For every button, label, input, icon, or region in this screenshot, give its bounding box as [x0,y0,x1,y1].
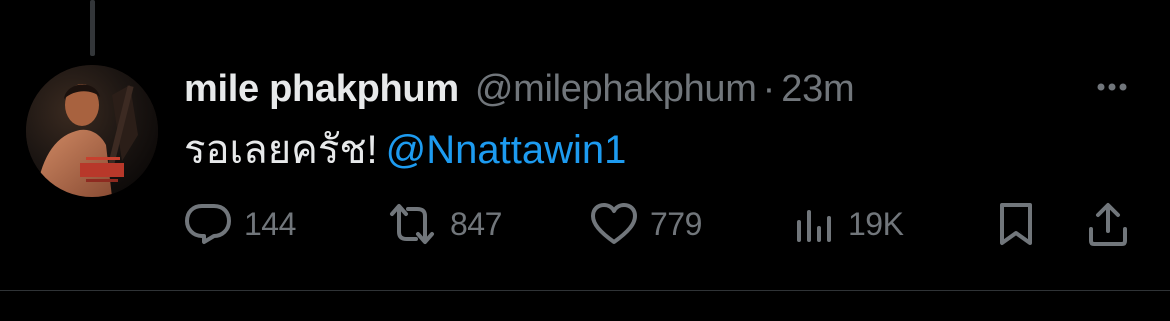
more-horizontal-icon [1097,83,1127,91]
retweet-button[interactable]: 847 [386,196,502,252]
views-button[interactable]: 19K [794,196,904,252]
thread-connector-line [90,0,95,56]
like-count: 779 [650,205,702,242]
bookmark-icon [996,201,1036,247]
avatar[interactable] [26,65,158,197]
separator-dot: · [762,68,776,110]
tweet-divider [0,290,1170,291]
avatar-image [26,65,158,197]
tweet-text: รอเลยครัช! @Nnattawin1 [184,124,626,176]
share-button[interactable] [1086,196,1130,252]
more-options-button[interactable] [1092,72,1132,102]
like-button[interactable]: 779 [590,196,702,252]
user-handle[interactable]: @milephakphum [475,64,757,114]
bookmark-button[interactable] [996,196,1036,252]
tweet-header: mile phakphum @milephakphum · 23m [184,64,855,114]
reply-icon [184,202,232,246]
tweet-body-text: รอเลยครัช! [184,128,378,172]
retweet-count: 847 [450,205,502,242]
share-icon [1086,201,1130,247]
heart-icon [590,202,638,246]
reply-button[interactable]: 144 [184,196,296,252]
timestamp[interactable]: 23m [781,64,854,114]
mention-link[interactable]: @Nnattawin1 [386,128,627,172]
display-name[interactable]: mile phakphum [184,64,459,114]
action-bar: 144 847 779 19K [184,196,1144,252]
reply-count: 144 [244,205,296,242]
retweet-icon [386,202,438,246]
views-bar-chart-icon [794,202,836,246]
view-count: 19K [848,205,904,242]
